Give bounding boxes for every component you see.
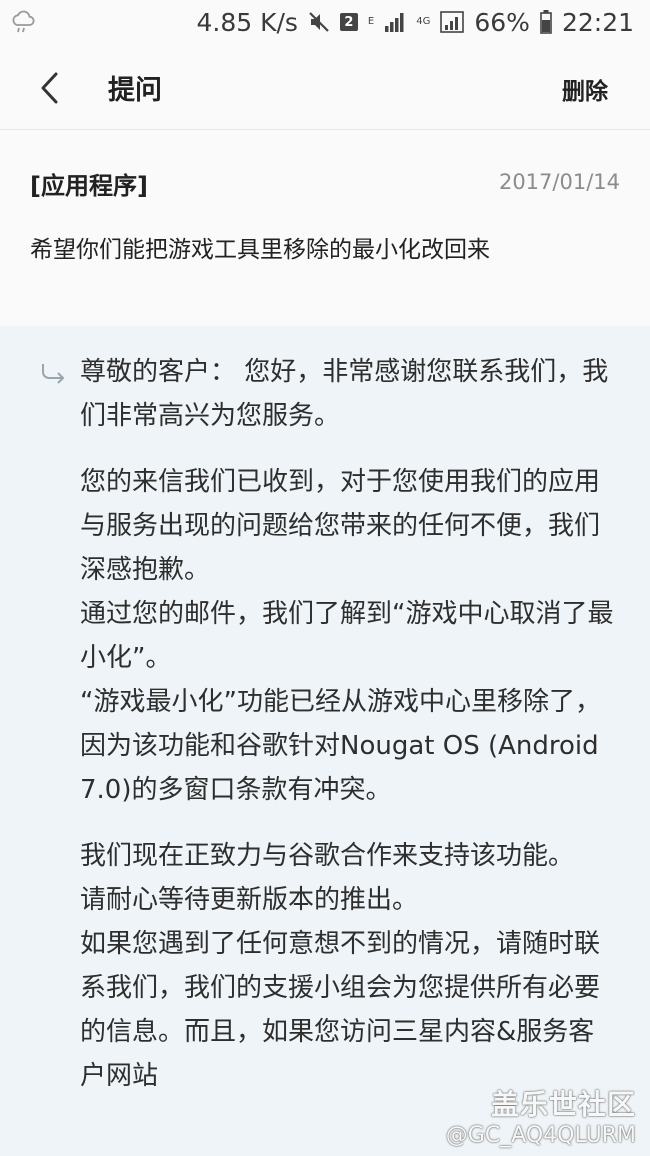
signal-box-icon (440, 11, 465, 33)
battery-percent: 66% (474, 7, 530, 37)
question-card: [应用程序] 2017/01/14 希望你们能把游戏工具里移除的最小化改回来 (0, 130, 650, 326)
mute-icon (308, 11, 330, 33)
back-button[interactable] (28, 66, 72, 110)
weather-icon (10, 10, 36, 34)
answer-paragraph: 我们现在正致力与谷歌合作来支持该功能。 (80, 841, 575, 871)
answer-paragraph: 您的来信我们已收到，对于您使用我们的应用与服务出现的问题给您带来的任何不便，我们… (80, 467, 601, 585)
chevron-left-icon (41, 72, 58, 104)
app-bar: 提问 删除 (0, 44, 650, 130)
answer-area[interactable]: 尊敬的客户： 您好，非常感谢您联系我们，我们非常高兴为您服务。 您的来信我们已收… (0, 326, 650, 1156)
network-4g-label: 4G (416, 16, 431, 27)
answer-paragraph: 如果您遇到了任何意想不到的情况，请随时联系我们，我们的支援小组会为您提供所有必要… (80, 929, 601, 1091)
network-speed: 4.85 K/s (196, 7, 298, 37)
delete-button[interactable]: 删除 (562, 72, 608, 106)
page-title: 提问 (108, 75, 162, 106)
answer-paragraph: 通过您的邮件，我们了解到“游戏中心取消了最小化”。 (80, 599, 614, 673)
watermark-user: @GC_AQ4QLURM (445, 1123, 636, 1148)
question-text: 希望你们能把游戏工具里移除的最小化改回来 (30, 237, 490, 263)
battery-icon (540, 10, 552, 34)
sim-badge: 2 (339, 13, 358, 31)
answer-greeting: 尊敬的客户： 您好，非常感谢您联系我们，我们非常高兴为您服务。 (80, 357, 609, 431)
status-bar: 4.85 K/s 2 E 4G 66% 22:21 (0, 0, 650, 44)
answer-paragraph: “游戏最小化”功能已经从游戏中心里移除了，因为该功能和谷歌针对Nougat OS… (80, 687, 601, 805)
network-e-label: E (367, 16, 375, 27)
answer-paragraph: 请耐心等待更新版本的推出。 (80, 885, 419, 915)
clock: 22:21 (561, 7, 634, 37)
reply-arrow-icon (40, 362, 68, 390)
question-date: 2017/01/14 (498, 170, 620, 194)
question-category: [应用程序] (30, 172, 148, 200)
signal-icon (384, 11, 406, 33)
answer-body: 尊敬的客户： 您好，非常感谢您联系我们，我们非常高兴为您服务。 您的来信我们已收… (80, 350, 620, 1098)
